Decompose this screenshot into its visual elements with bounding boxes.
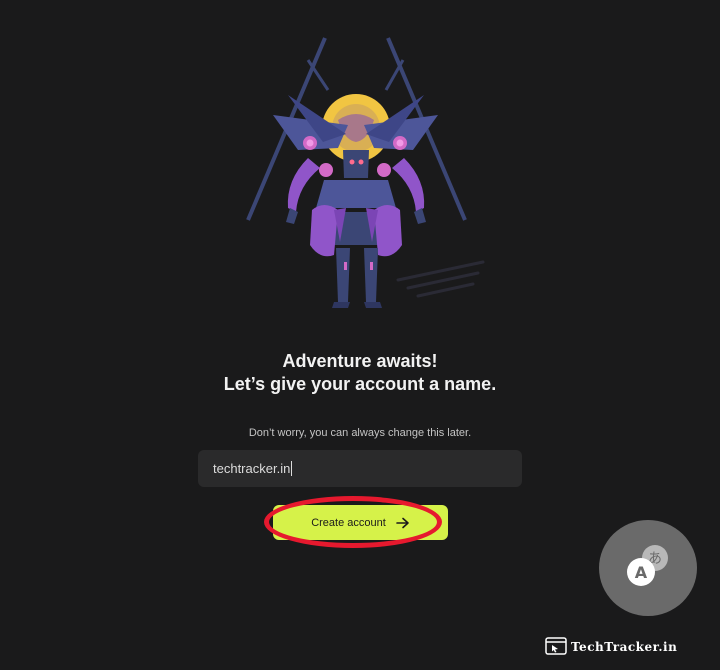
svg-text:A: A: [635, 563, 648, 582]
create-account-button[interactable]: Create account: [273, 505, 448, 540]
create-account-label: Create account: [311, 516, 386, 529]
mascot-illustration: [228, 30, 498, 315]
browser-window-icon: [545, 636, 567, 658]
page-title-line-2: Let’s give your account a name.: [223, 374, 497, 394]
text-caret: [291, 461, 293, 476]
watermark-text: TechTracker.in: [571, 640, 678, 654]
helper-text: Don’t worry, you can always change this …: [248, 427, 472, 439]
arrow-right-icon: [395, 517, 410, 529]
account-name-value: techtracker.in: [213, 461, 291, 476]
translate-button[interactable]: あ A: [599, 520, 697, 616]
account-name-input[interactable]: techtracker.in: [198, 450, 522, 487]
watermark: TechTracker.in: [545, 636, 678, 658]
translate-icon: あ A: [623, 542, 673, 595]
page-title-line-1: Adventure awaits!: [282, 351, 438, 371]
